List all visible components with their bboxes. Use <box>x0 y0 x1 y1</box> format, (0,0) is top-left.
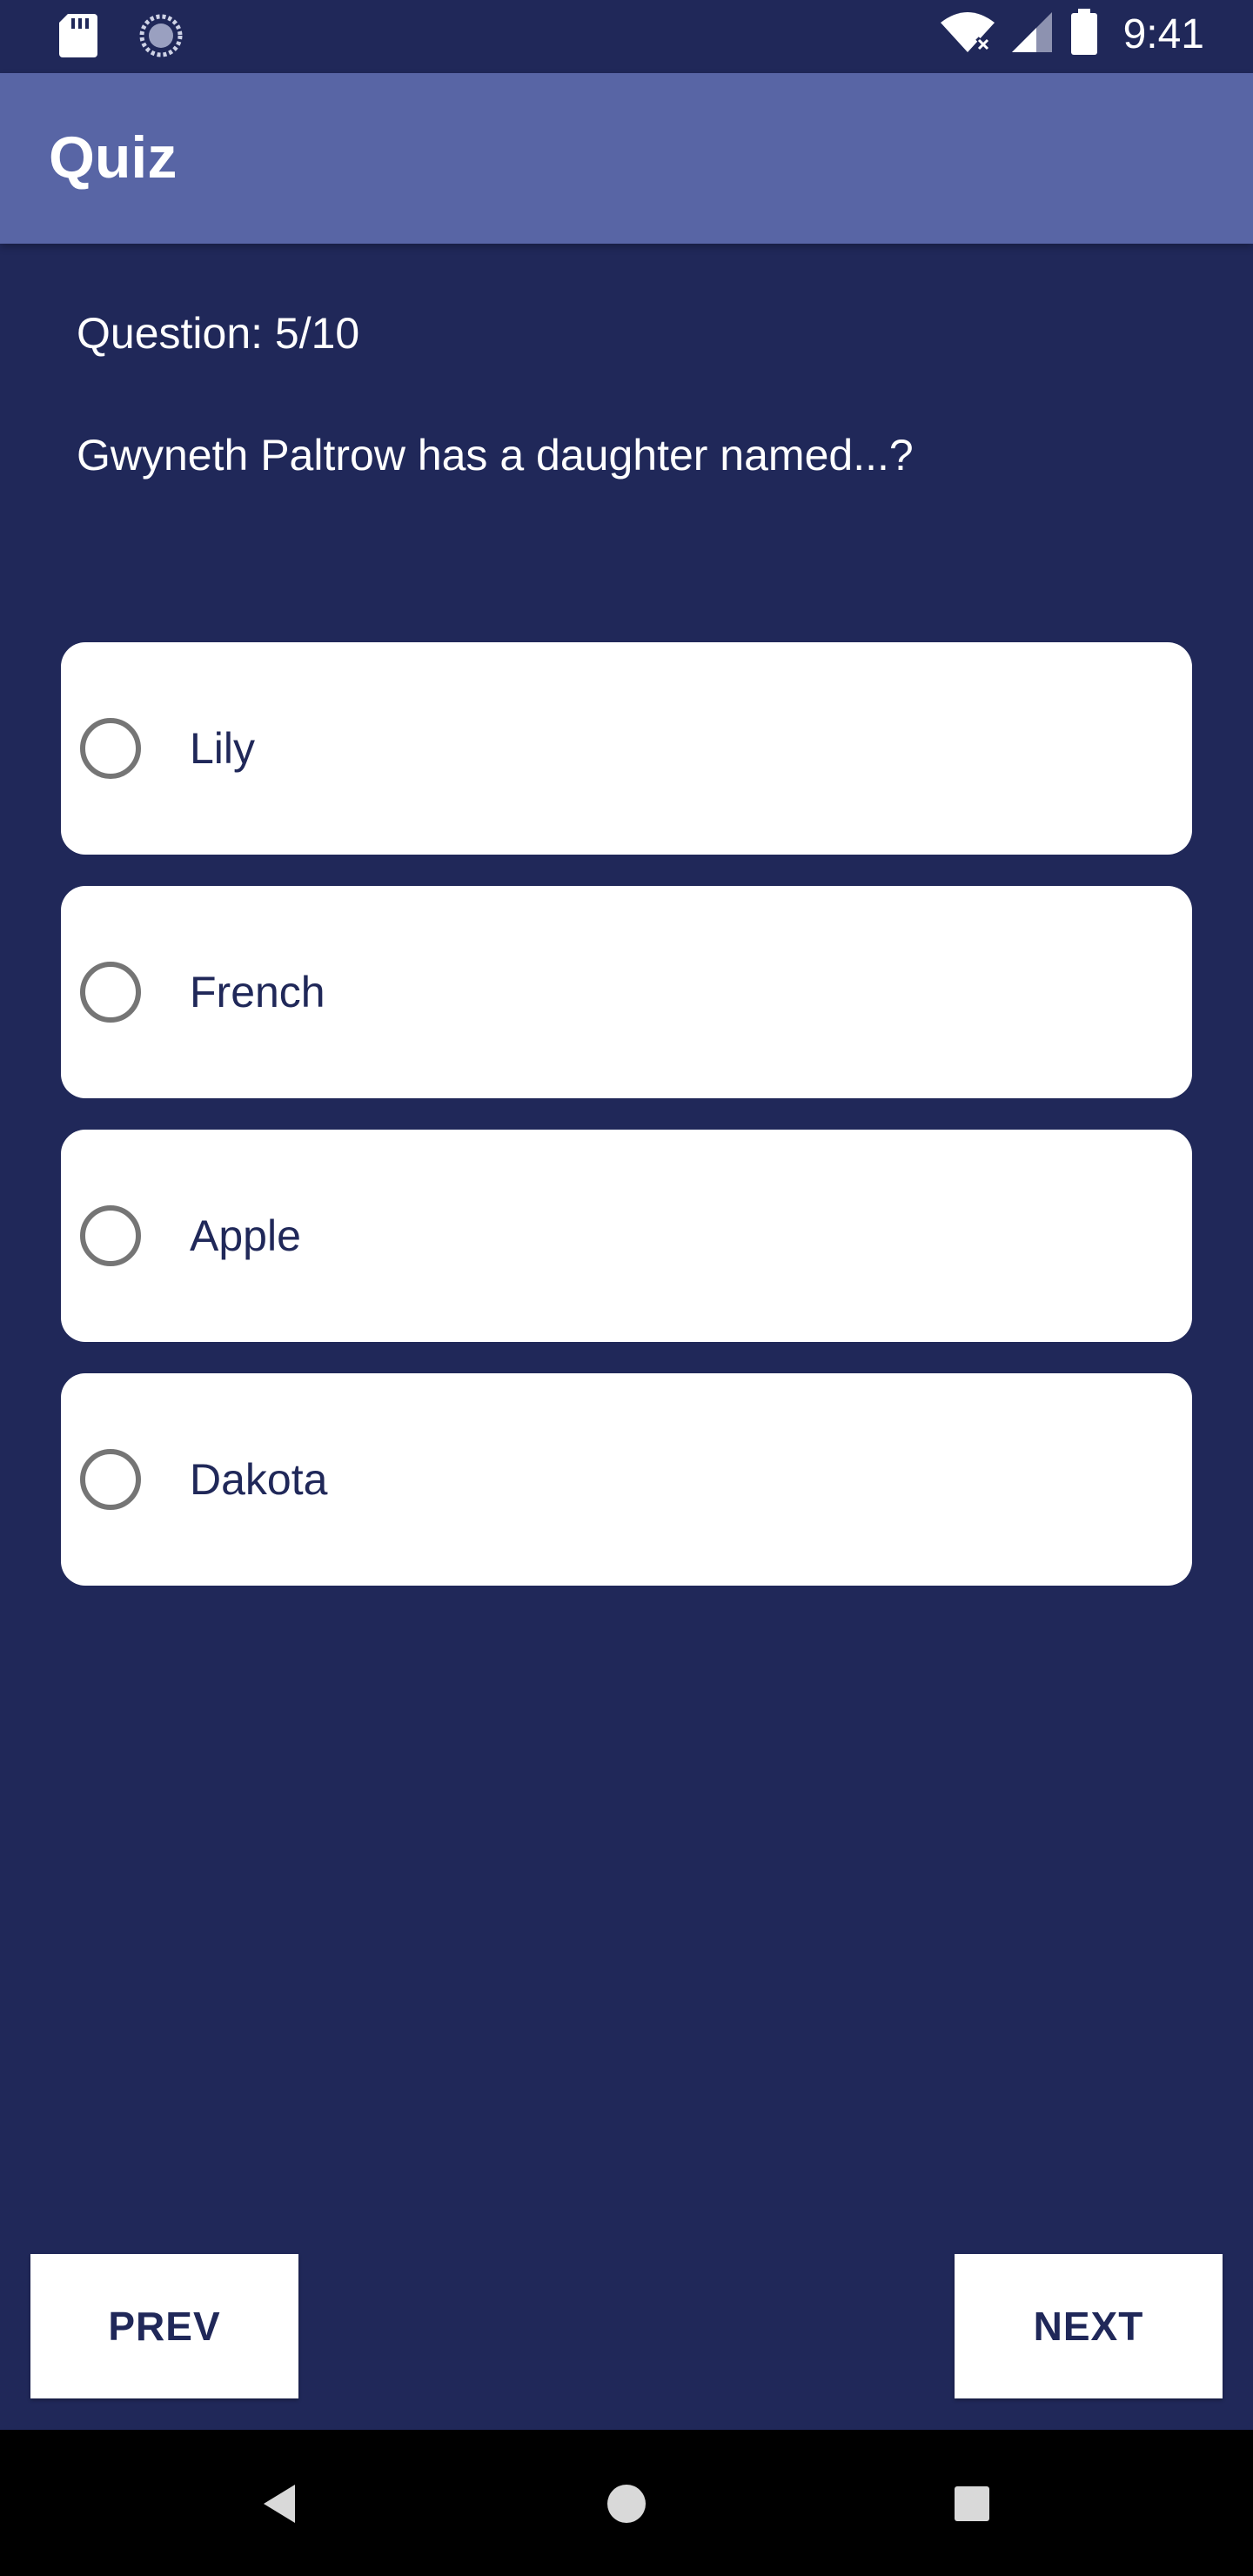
answer-option-label: Apple <box>190 1211 301 1260</box>
radio-button[interactable] <box>80 1449 141 1510</box>
radio-button[interactable] <box>80 962 141 1023</box>
radio-button[interactable] <box>80 718 141 779</box>
question-counter: Question: 5/10 <box>77 309 360 358</box>
answer-option[interactable]: Lily <box>61 642 1192 855</box>
app-bar: Quiz <box>0 73 1253 244</box>
answer-option-label: Dakota <box>190 1455 328 1504</box>
signal-icon <box>1011 10 1054 58</box>
answer-option-label: Lily <box>190 724 256 773</box>
answer-option-label: French <box>190 968 325 1016</box>
sd-card-icon <box>59 14 97 62</box>
wifi-icon <box>939 10 996 58</box>
back-icon[interactable] <box>249 2473 310 2534</box>
home-icon[interactable] <box>596 2473 657 2534</box>
question-text: Gwyneth Paltrow has a daughter named...? <box>77 431 914 480</box>
radio-button[interactable] <box>80 1205 141 1266</box>
prev-button[interactable]: PREV <box>30 2254 298 2398</box>
battery-icon <box>1069 9 1099 60</box>
recents-icon[interactable] <box>941 2473 1002 2534</box>
system-navigation-bar <box>0 2430 1253 2576</box>
answer-option[interactable]: French <box>61 886 1192 1098</box>
answer-option[interactable]: Apple <box>61 1130 1192 1342</box>
status-bar: 9:41 <box>0 0 1253 73</box>
sync-icon <box>139 14 183 62</box>
answer-option[interactable]: Dakota <box>61 1373 1192 1586</box>
app-title: Quiz <box>49 124 178 191</box>
status-time: 9:41 <box>1122 11 1204 57</box>
next-button[interactable]: NEXT <box>955 2254 1223 2398</box>
